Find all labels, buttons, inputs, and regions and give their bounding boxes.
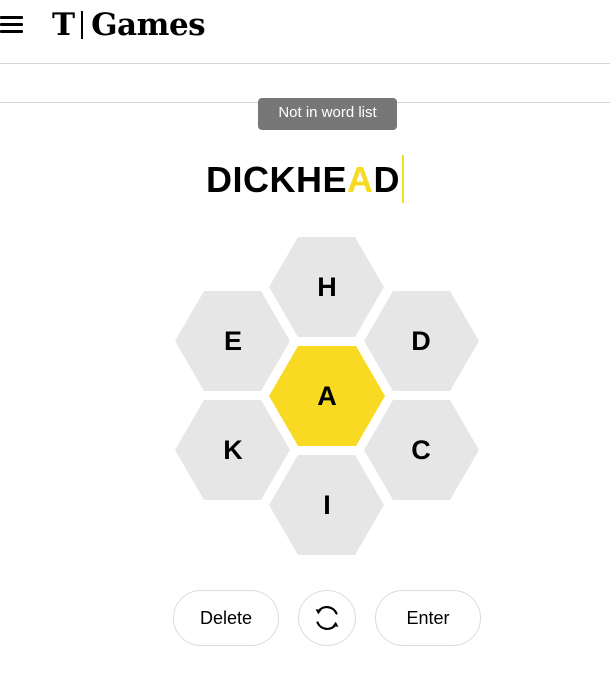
- shuffle-button[interactable]: [298, 590, 356, 646]
- word-text-before: DICKHE: [205, 159, 347, 200]
- nyt-t-logo: T: [52, 7, 76, 43]
- text-caret: [402, 155, 404, 203]
- hive-letter-lower-left: K: [223, 435, 243, 465]
- menu-icon[interactable]: [0, 14, 24, 36]
- enter-button[interactable]: Enter: [375, 590, 481, 646]
- hive-letter-bottom: I: [323, 490, 331, 520]
- hive-cell-top[interactable]: H: [269, 237, 384, 337]
- logo-divider: [81, 11, 84, 39]
- word-text-after: D: [373, 159, 400, 200]
- hive-cell-center[interactable]: A: [269, 346, 385, 446]
- delete-button[interactable]: Delete: [173, 590, 279, 646]
- hive-letter-lower-right: C: [411, 435, 431, 465]
- hive-letter-upper-left: E: [224, 326, 242, 356]
- site-header: T Games: [0, 0, 610, 64]
- toast-message: Not in word list: [258, 98, 397, 130]
- hive-letter-top: H: [317, 272, 337, 302]
- hive-cell-lower-right[interactable]: C: [364, 400, 479, 500]
- hive-letter-upper-right: D: [411, 326, 431, 356]
- games-wordmark: Games: [91, 7, 206, 43]
- current-word-input: DICKHEAD: [0, 155, 610, 205]
- nyt-games-logo[interactable]: T Games: [52, 5, 206, 45]
- shuffle-icon: [315, 605, 339, 631]
- hive-cell-upper-left[interactable]: E: [175, 291, 290, 391]
- word-center-letter: A: [347, 159, 374, 200]
- hive-letter-center: A: [317, 381, 337, 411]
- hive-cell-bottom[interactable]: I: [269, 455, 384, 555]
- hive-cell-upper-right[interactable]: D: [364, 291, 479, 391]
- hive-cell-lower-left[interactable]: K: [175, 400, 290, 500]
